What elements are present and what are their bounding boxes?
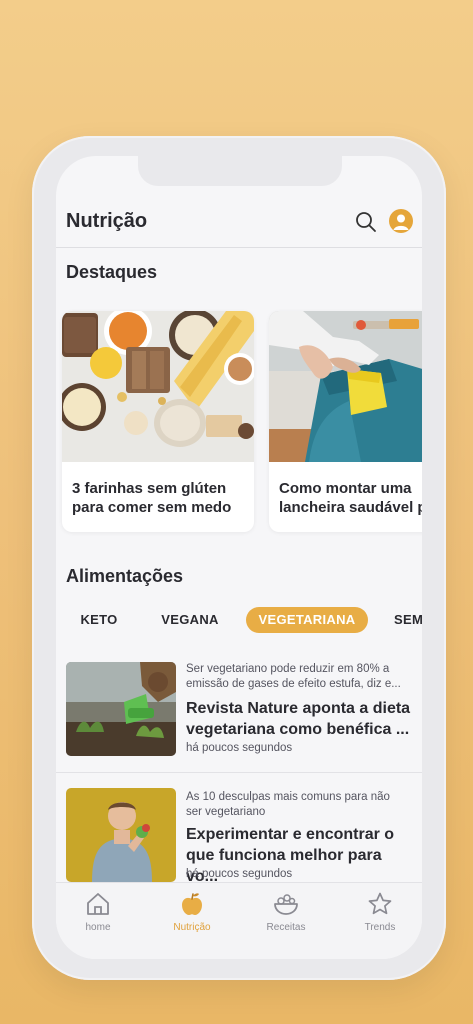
tab-nutricao[interactable]: Nutrição — [152, 891, 232, 933]
phone-frame: Nutrição Destaques 3 farinhas sem glúten… — [32, 136, 446, 980]
chip-keto[interactable]: KETO — [76, 607, 122, 633]
card-title: Como montar uma lancheira saudável p — [279, 480, 422, 516]
chip-sem[interactable]: SEM — [394, 607, 422, 633]
tab-home[interactable]: home — [58, 891, 138, 933]
chip-vegetariana[interactable]: VEGETARIANA — [246, 607, 368, 633]
app-screen: Nutrição Destaques 3 farinhas sem glúten… — [56, 156, 422, 959]
user-icon — [393, 214, 409, 230]
divider — [56, 772, 422, 773]
highlight-card[interactable]: 3 farinhas sem glúten para comer sem med… — [62, 311, 254, 532]
article-kicker: Ser vegetariano pode reduzir em 80% a em… — [186, 663, 401, 690]
phone-notch — [138, 156, 342, 186]
article-timestamp: há poucos segundos — [186, 742, 293, 754]
article-timestamp: há poucos segundos — [186, 868, 293, 880]
list-item[interactable]: Ser vegetariano pode reduzir em 80% a em… — [56, 662, 422, 772]
article-headline: Revista Nature aponta a dieta vegetarian… — [186, 700, 411, 738]
tab-trends[interactable]: Trends — [340, 891, 420, 933]
house-icon — [87, 893, 109, 915]
star-icon — [368, 892, 392, 915]
tab-receitas[interactable]: Receitas — [246, 891, 326, 933]
tab-label: Trends — [364, 922, 396, 933]
lunchbox-image — [269, 311, 422, 462]
top-bar: Nutrição — [56, 200, 422, 248]
tab-label: Nutrição — [173, 922, 211, 933]
article-kicker: As 10 desculpas mais comuns para não ser… — [186, 791, 390, 818]
search-icon[interactable] — [354, 210, 378, 234]
apple-icon — [182, 893, 202, 915]
bowl-icon — [274, 894, 298, 915]
card-title: 3 farinhas sem glúten para comer sem med… — [72, 480, 232, 516]
gluten-free-flours-image — [62, 311, 254, 462]
article-thumbnail — [66, 662, 176, 756]
feeds-title: Alimentações — [66, 566, 184, 586]
article-thumbnail — [66, 788, 176, 882]
highlights-title: Destaques — [66, 262, 158, 282]
bottom-tab-bar: home Nutrição Receitas Trends — [56, 882, 422, 959]
page-title: Nutrição — [66, 210, 148, 232]
tab-label: home — [85, 922, 111, 933]
list-item[interactable]: As 10 desculpas mais comuns para não ser… — [56, 788, 422, 888]
avatar[interactable] — [389, 209, 413, 233]
tab-label: Receitas — [266, 922, 306, 933]
highlight-card[interactable]: Como montar uma lancheira saudável p — [269, 311, 422, 532]
chip-vegana[interactable]: VEGANA — [156, 607, 224, 633]
